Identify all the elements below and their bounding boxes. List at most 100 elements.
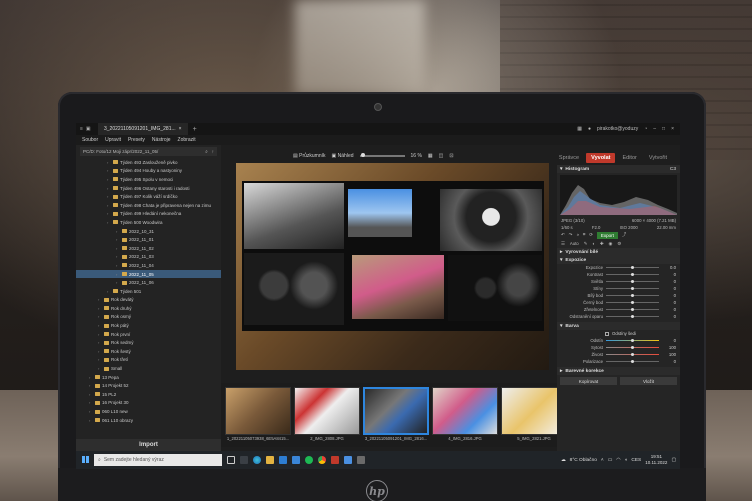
clock[interactable]: 19:51 10.11.2022 — [645, 454, 667, 466]
undo-icon[interactable]: ↶ — [561, 232, 565, 239]
tree-item[interactable]: › 16 Projekt 30 — [76, 399, 221, 408]
brush-icon[interactable]: ✎ — [584, 241, 588, 247]
menu-item-presety[interactable]: Presety — [128, 137, 145, 143]
adjustment-slider-thumb[interactable] — [630, 279, 634, 283]
adjustment-value[interactable]: 100 — [662, 345, 676, 350]
adjustment-slider-thumb[interactable] — [630, 286, 634, 290]
search-icon[interactable]: ⌕ — [205, 149, 208, 154]
tree-item[interactable]: › 14 Projekt 52 — [76, 381, 221, 390]
zoner-icon[interactable] — [331, 456, 339, 464]
tree-item[interactable]: › Týden 495 Spolu v nemoci — [76, 175, 221, 184]
adjustment-value[interactable]: 0.0 — [662, 265, 676, 270]
adjustment-slider-thumb[interactable] — [630, 338, 634, 342]
widgets-icon[interactable] — [240, 456, 248, 464]
mail-icon[interactable] — [292, 456, 300, 464]
app-icon[interactable] — [357, 456, 365, 464]
tree-item[interactable]: › Týden 497 Kolik váží srdíčko — [76, 192, 221, 201]
adjustment-slider[interactable] — [606, 293, 659, 297]
close-icon[interactable]: × — [179, 126, 182, 132]
tree-item[interactable]: › Týden 494 Houby a nastyoniny — [76, 167, 221, 176]
spotify-icon[interactable] — [305, 456, 313, 464]
window-close-icon[interactable]: × — [671, 126, 674, 132]
tree-item[interactable]: › Rok šestý — [76, 347, 221, 356]
tab-vytvorit[interactable]: Vytvořit — [644, 153, 672, 163]
menu-item-zobrazit[interactable]: Zobrazit — [178, 137, 196, 143]
histogram-header[interactable]: ▾ Histogram C3 — [557, 165, 680, 173]
chevron-right-icon[interactable]: › — [98, 306, 102, 311]
chevron-right-icon[interactable]: › — [89, 418, 93, 423]
chevron-right-icon[interactable]: › — [89, 375, 93, 380]
zoom-slider-thumb[interactable] — [360, 153, 365, 158]
tree-item[interactable]: › Rok sedmý — [76, 338, 221, 347]
tree-item[interactable]: › Týden 501 — [76, 287, 221, 296]
adjustment-slider-thumb[interactable] — [630, 300, 634, 304]
chevron-right-icon[interactable]: › — [116, 280, 120, 285]
image-preview[interactable] — [236, 163, 549, 370]
tree-item[interactable]: › Rok druhý — [76, 304, 221, 313]
presets-icon[interactable]: ☰ — [561, 241, 565, 247]
chevron-right-icon[interactable]: › — [116, 237, 120, 242]
preview-button[interactable]: ▣ Náhled — [332, 153, 354, 159]
adjustment-slider-thumb[interactable] — [630, 345, 634, 349]
tree-item[interactable]: › Rok osmý — [76, 313, 221, 322]
tree-item[interactable]: › 2022_11_03 — [76, 253, 221, 262]
compare-before-icon[interactable]: ◑ — [576, 232, 579, 239]
adjustment-value[interactable]: 0 — [662, 338, 676, 343]
arrow-up-icon[interactable]: ↑ — [212, 149, 214, 154]
filmstrip-thumbnail[interactable] — [294, 387, 360, 435]
chevron-right-icon[interactable]: › — [116, 246, 120, 251]
app-menu-icon[interactable]: ≡ — [80, 126, 83, 132]
notifications-icon[interactable]: ▢ — [671, 458, 676, 463]
chrome-icon[interactable] — [318, 456, 326, 464]
chevron-right-icon[interactable]: › — [98, 357, 102, 362]
import-button[interactable]: Import — [76, 439, 221, 451]
chevron-right-icon[interactable]: › — [107, 194, 111, 199]
language[interactable]: CES — [631, 458, 641, 463]
path-bar[interactable]: PC/D: Foto/12 Moji zápr/2022_11_05/ ⌕ ↑ — [80, 147, 217, 156]
adjustment-slider-thumb[interactable] — [630, 359, 634, 363]
windows-start-icon[interactable] — [82, 456, 89, 463]
tree-item[interactable]: › Týden 499 Hledání nekonečna — [76, 210, 221, 219]
tab-editor[interactable]: Editor — [617, 153, 641, 163]
tree-item[interactable]: › 13 Pepa — [76, 373, 221, 382]
chevron-right-icon[interactable]: › — [89, 383, 93, 388]
export-button[interactable]: Export — [596, 232, 618, 239]
adjustment-value[interactable]: 0 — [662, 300, 676, 305]
volume-icon[interactable]: ◖ — [624, 458, 627, 463]
tree-item[interactable]: › Small — [76, 364, 221, 373]
adjustment-slider-thumb[interactable] — [630, 265, 634, 269]
tree-item[interactable]: › Rok devátý — [76, 296, 221, 305]
adjustment-slider[interactable] — [606, 345, 659, 349]
edge-icon[interactable] — [253, 456, 261, 464]
adjustment-slider-thumb[interactable] — [630, 352, 634, 356]
adjustment-value[interactable]: 0 — [662, 279, 676, 284]
tab-spravce[interactable]: Správce — [554, 153, 584, 163]
eye-icon[interactable]: ◉ — [609, 241, 613, 247]
copy-button[interactable]: Kopírovat — [560, 377, 617, 385]
grid-icon[interactable]: ▦ — [577, 126, 582, 132]
tree-item[interactable]: › Týden 493 Zaslouženě pivko — [76, 158, 221, 167]
chevron-right-icon[interactable]: › — [116, 263, 120, 268]
chevron-right-icon[interactable]: › — [98, 366, 102, 371]
adjustment-slider-thumb[interactable] — [630, 314, 634, 318]
adjustment-slider[interactable] — [606, 338, 659, 342]
chevron-right-icon[interactable]: › — [107, 186, 111, 191]
tree-item[interactable]: › 2022_11_04 — [76, 261, 221, 270]
app-tab[interactable]: 3_20221105091201_IMG_281... × — [98, 123, 188, 135]
chevron-right-icon[interactable]: › — [89, 409, 93, 414]
tree-item[interactable]: › Rok třetí — [76, 356, 221, 365]
color-header[interactable]: ▾ Barva — [557, 322, 680, 330]
chevron-right-icon[interactable]: › — [98, 349, 102, 354]
tree-item[interactable]: › 2022_11_05 — [76, 269, 221, 279]
exposure-header[interactable]: ▾ Expozice — [557, 256, 680, 264]
adjustment-slider[interactable] — [606, 286, 659, 290]
chevron-right-icon[interactable]: › — [116, 272, 120, 277]
user-name[interactable]: pirakotko@yoduzy — [597, 126, 638, 132]
adjustment-slider[interactable] — [606, 300, 659, 304]
chevron-right-icon[interactable]: › — [98, 340, 102, 345]
photos-icon[interactable] — [344, 456, 352, 464]
file-explorer-icon[interactable] — [266, 456, 274, 464]
view-mode-icon[interactable]: ▦ — [428, 153, 433, 159]
tree-item[interactable]: › Týden 498 Chata je připravena nejen na … — [76, 201, 221, 210]
adjustment-slider[interactable] — [606, 359, 659, 363]
